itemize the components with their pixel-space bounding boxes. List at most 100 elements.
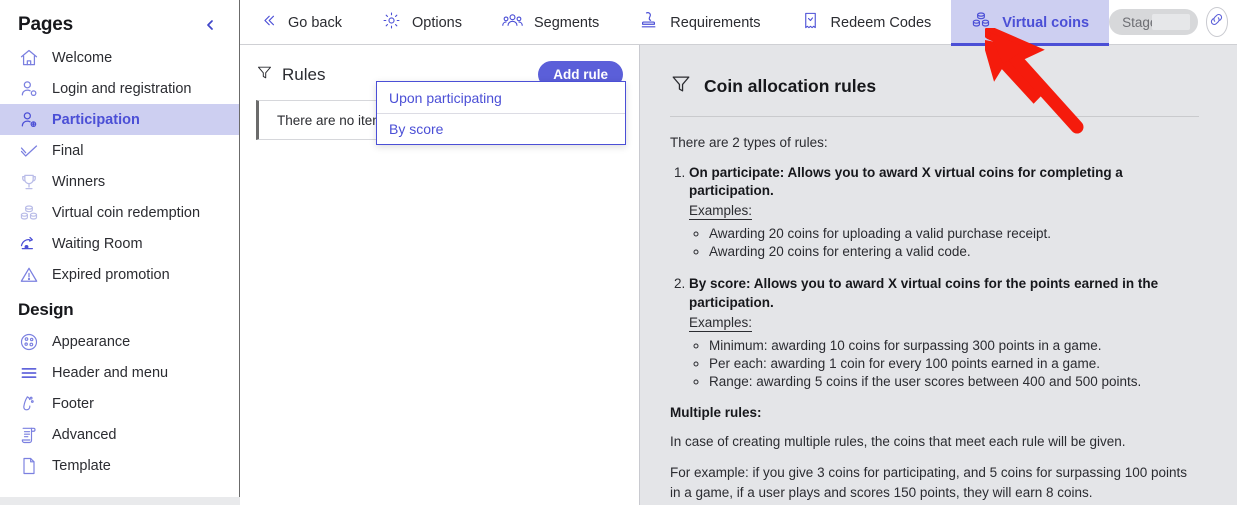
info-panel-title: Coin allocation rules	[704, 76, 877, 96]
rule-type-item: On participate: Allows you to award X vi…	[689, 164, 1199, 259]
toolbar-item-label: Options	[412, 14, 462, 31]
sidebar-item-final[interactable]: Final	[0, 135, 239, 166]
multiple-rules-title: Multiple rules:	[670, 404, 762, 420]
sidebar-item-waiting-room[interactable]: Waiting Room	[0, 228, 239, 259]
home-icon	[18, 47, 39, 68]
sidebar-item-label: Waiting Room	[52, 235, 143, 252]
palette-icon	[18, 331, 39, 352]
sidebar-item-appearance[interactable]: Appearance	[0, 326, 239, 357]
filter-icon	[670, 73, 692, 100]
sidebar-item-label: Appearance	[52, 333, 131, 350]
rules-title-group: Rules	[256, 64, 325, 86]
info-lead-text: There are 2 types of rules:	[670, 135, 828, 150]
user-plus-icon	[18, 109, 39, 130]
link-icon	[1208, 11, 1225, 33]
main-region: Go back Options Segments Requirements Re…	[240, 0, 1237, 505]
dropdown-item-upon-participating[interactable]: Upon participating	[377, 82, 625, 113]
coins-stack-icon	[18, 202, 39, 223]
sidebar-item-winners[interactable]: Winners	[0, 166, 239, 197]
user-check-icon	[18, 78, 39, 99]
examples-list: Awarding 20 coins for uploading a valid …	[689, 226, 1199, 259]
sidebar-item-header-and-menu[interactable]: Header and menu	[0, 357, 239, 388]
example-item: Range: awarding 5 coins if the user scor…	[709, 374, 1199, 389]
examples-list: Minimum: awarding 10 coins for surpassin…	[689, 338, 1199, 389]
info-panel: Coin allocation rules There are 2 types …	[640, 45, 1237, 505]
sidebar-item-footer[interactable]: Footer	[0, 388, 239, 419]
rule-type-item: By score: Allows you to award X virtual …	[689, 275, 1199, 389]
toolbar-item-segments[interactable]: Segments	[482, 0, 619, 45]
examples-label: Examples:	[689, 314, 753, 332]
toolbar-item-label: Segments	[533, 14, 600, 31]
stamp-icon	[639, 10, 659, 35]
example-item: Awarding 20 coins for entering a valid c…	[709, 244, 1199, 259]
stage-skeleton-block	[1151, 14, 1190, 30]
multiple-rules-paragraph-2: For example: if you give 3 coins for par…	[670, 465, 1188, 500]
divider	[670, 116, 1199, 117]
sidebar-item-label: Advanced	[52, 426, 117, 443]
dropdown-item-by-score[interactable]: By score	[377, 113, 625, 144]
page-icon	[18, 455, 39, 476]
sidebar-item-label: Welcome	[52, 49, 113, 66]
waiting-room-icon	[18, 233, 39, 254]
content-area: Rules Add rule There are no items Upon p…	[240, 45, 1237, 505]
sidebar-item-template[interactable]: Template	[0, 450, 239, 481]
sidebar-item-login-and-registration[interactable]: Login and registration	[0, 73, 239, 104]
coins-stack-icon	[971, 10, 991, 35]
rule-type-title: On participate: Allows you to award X vi…	[689, 165, 1123, 199]
sidebar-header: Pages	[0, 0, 239, 42]
sidebar-group-design-title: Design	[18, 300, 74, 319]
rules-empty-message: There are no items	[277, 112, 391, 128]
toolbar-item-redeem-codes[interactable]: Redeem Codes	[781, 0, 952, 45]
toolbar-item-label: Virtual coins	[1002, 14, 1090, 31]
rules-title: Rules	[282, 64, 326, 84]
sidebar-item-label: Virtual coin redemption	[52, 204, 201, 221]
rule-types-list: On participate: Allows you to award X vi…	[670, 164, 1199, 389]
gear-icon	[382, 11, 401, 35]
info-panel-header: Coin allocation rules	[670, 65, 1199, 100]
check-badge-icon	[18, 140, 39, 161]
sidebar-item-advanced[interactable]: Advanced	[0, 419, 239, 450]
sidebar-item-expired-promotion[interactable]: Expired promotion	[0, 259, 239, 290]
sidebar-item-participation[interactable]: Participation	[0, 104, 239, 135]
sidebar: Pages Welcome Login and registration Par…	[0, 0, 240, 497]
toolbar-item-label: Requirements	[670, 14, 761, 31]
toolbar-item-label: Redeem Codes	[830, 14, 932, 31]
scroll-document-icon	[18, 424, 39, 445]
sidebar-item-label: Final	[52, 142, 84, 159]
double-chevron-left-icon	[260, 12, 277, 34]
toolbar-item-go-back[interactable]: Go back	[240, 0, 362, 45]
sidebar-item-welcome[interactable]: Welcome	[0, 42, 239, 73]
multiple-rules-paragraph-1: In case of creating multiple rules, the …	[670, 433, 1126, 449]
add-rule-dropdown-menu: Upon participating By score	[376, 81, 626, 145]
rule-type-title: By score: Allows you to award X virtual …	[689, 276, 1159, 310]
sidebar-item-label: Participation	[52, 111, 140, 128]
people-group-icon	[502, 11, 523, 35]
sidebar-item-label: Header and menu	[52, 364, 169, 381]
warning-triangle-icon	[18, 264, 39, 285]
toolbar-item-options[interactable]: Options	[362, 0, 482, 45]
menu-lines-icon	[18, 362, 39, 383]
trophy-icon	[18, 171, 39, 192]
toolbar-item-label: Go back	[288, 14, 342, 31]
ticket-icon	[801, 11, 820, 35]
footer-icon	[18, 393, 39, 414]
example-item: Minimum: awarding 10 coins for surpassin…	[709, 338, 1199, 353]
example-item: Per each: awarding 1 coin for every 100 …	[709, 356, 1199, 371]
share-link-button[interactable]	[1205, 7, 1228, 37]
examples-label: Examples:	[689, 203, 753, 221]
sidebar-item-label: Login and registration	[52, 80, 192, 97]
app-root: Pages Welcome Login and registration Par…	[0, 0, 1237, 505]
toolbar-item-virtual-coins[interactable]: Virtual coins	[951, 0, 1110, 46]
sidebar-item-label: Expired promotion	[52, 266, 170, 283]
rules-panel: Rules Add rule There are no items Upon p…	[240, 45, 640, 505]
filter-icon	[256, 64, 273, 86]
chevron-left-icon	[207, 20, 213, 30]
sidebar-item-virtual-coin-redemption[interactable]: Virtual coin redemption	[0, 197, 239, 228]
sidebar-item-label: Template	[52, 457, 111, 474]
sidebar-collapse-button[interactable]	[199, 14, 221, 36]
toolbar-item-requirements[interactable]: Requirements	[619, 0, 780, 45]
sidebar-title: Pages	[18, 14, 73, 35]
example-item: Awarding 20 coins for uploading a valid …	[709, 226, 1199, 241]
sidebar-item-label: Footer	[52, 395, 94, 412]
stage-selector[interactable]: Stage #	[1109, 9, 1198, 35]
